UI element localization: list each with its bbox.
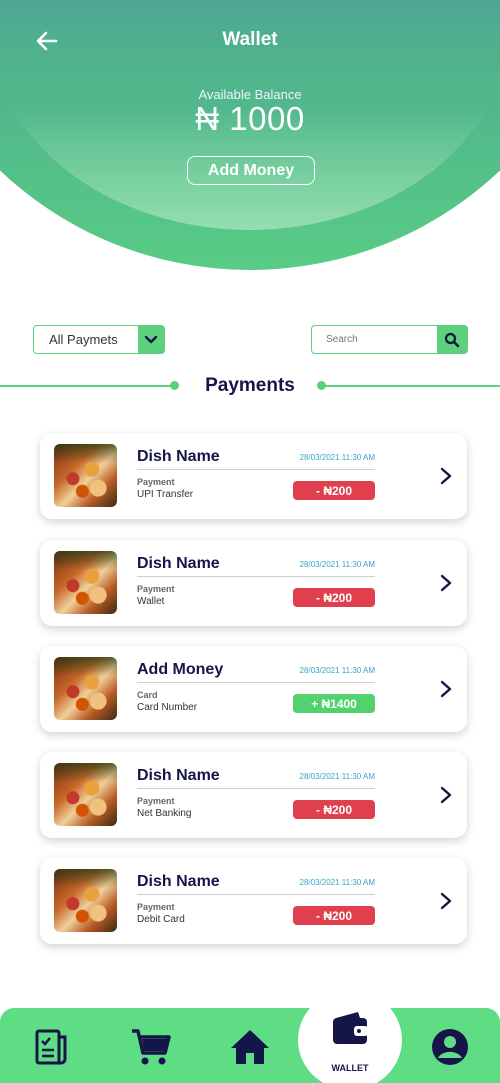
food-thumbnail	[54, 869, 117, 932]
payment-amount-badge: - ₦200	[293, 800, 375, 819]
search-box	[311, 325, 468, 354]
payment-card[interactable]: Dish Name 28/03/2021 11:30 AM Payment UPI T…	[40, 433, 467, 519]
payment-amount-badge: + ₦1400	[293, 694, 375, 713]
payment-amount-badge: - ₦200	[293, 481, 375, 500]
chevron-right-icon[interactable]	[438, 785, 454, 805]
payment-card[interactable]: Add Money 28/03/2021 11:30 AM Card Card Num…	[40, 646, 467, 732]
payment-amount-badge: - ₦200	[293, 906, 375, 925]
food-thumbnail	[54, 763, 117, 826]
payment-amount-badge: - ₦200	[293, 588, 375, 607]
card-divider	[137, 682, 375, 683]
card-divider	[137, 894, 375, 895]
page-title: Wallet	[222, 29, 278, 50]
divider-right	[322, 385, 500, 387]
orders-icon[interactable]	[33, 1027, 71, 1067]
payment-method-label: Payment	[137, 796, 175, 806]
chevron-right-icon[interactable]	[438, 891, 454, 911]
search-icon[interactable]	[436, 325, 468, 354]
profile-icon[interactable]	[430, 1027, 470, 1067]
payment-title: Dish Name	[137, 873, 220, 890]
add-money-button[interactable]: Add Money	[187, 156, 315, 185]
payment-method-value: Net Banking	[137, 808, 192, 819]
payment-datetime: 28/03/2021 11:30 AM	[299, 560, 375, 569]
balance-amount: ₦ 1000	[195, 100, 305, 137]
food-thumbnail	[54, 444, 117, 507]
card-divider	[137, 788, 375, 789]
payment-title: Dish Name	[137, 448, 220, 465]
payment-method-value: Debit Card	[137, 914, 185, 925]
payment-card[interactable]: Dish Name 28/03/2021 11:30 AM Payment Walle…	[40, 540, 467, 626]
card-divider	[137, 469, 375, 470]
payment-method-value: UPI Transfer	[137, 489, 194, 500]
chevron-down-icon[interactable]	[137, 325, 165, 354]
payment-method-value: Wallet	[137, 596, 165, 607]
active-tab-label: WALLET	[331, 1063, 369, 1073]
wallet-icon[interactable]	[328, 1008, 372, 1048]
payment-datetime: 28/03/2021 11:30 AM	[299, 772, 375, 781]
cart-icon[interactable]	[130, 1027, 172, 1067]
chevron-right-icon[interactable]	[438, 573, 454, 593]
food-thumbnail	[54, 657, 117, 720]
payment-method-label: Payment	[137, 477, 175, 487]
payment-datetime: 28/03/2021 11:30 AM	[299, 878, 375, 887]
payment-datetime: 28/03/2021 11:30 AM	[299, 666, 375, 675]
payment-method-value: Card Number	[137, 702, 198, 713]
filter-selected-label: All Paymets	[49, 332, 118, 347]
payment-method-label: Payment	[137, 902, 175, 912]
payment-method-label: Payment	[137, 584, 175, 594]
chevron-right-icon[interactable]	[438, 466, 454, 486]
food-thumbnail	[54, 551, 117, 614]
payment-card[interactable]: Dish Name 28/03/2021 11:30 AM Payment Debit…	[40, 858, 467, 944]
card-divider	[137, 576, 375, 577]
search-input[interactable]	[312, 334, 437, 345]
home-icon[interactable]	[230, 1027, 270, 1067]
payment-title: Dish Name	[137, 767, 220, 784]
payment-method-label: Card	[137, 690, 158, 700]
payment-card[interactable]: Dish Name 28/03/2021 11:30 AM Payment Net B…	[40, 752, 467, 838]
payment-datetime: 28/03/2021 11:30 AM	[299, 453, 375, 462]
payment-filter-dropdown[interactable]: All Paymets	[33, 325, 165, 354]
chevron-right-icon[interactable]	[438, 679, 454, 699]
payment-title: Dish Name	[137, 555, 220, 572]
payment-title: Add Money	[137, 661, 224, 678]
wallet-screen: Wallet Available Balance ₦ 1000 Add Mone…	[0, 0, 500, 1083]
